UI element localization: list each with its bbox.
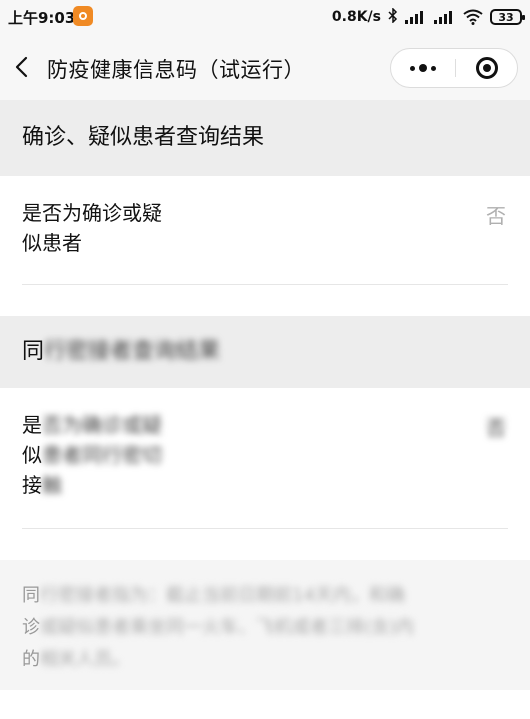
line1-blurred: 否为确诊或疑 (42, 413, 162, 437)
line2-blurred: 患者同行密切 (42, 443, 162, 467)
chevron-left-icon[interactable] (14, 56, 28, 78)
wifi-icon (463, 9, 483, 25)
note-line3-visible: 的 (22, 649, 40, 670)
note-line1-visible: 同 (22, 585, 40, 606)
status-bar: 上午9:03 0.8K/s 33 (0, 0, 530, 34)
note-line1-blurred: 行密接者指为：截止当前日期前14天内，和确 (40, 585, 405, 606)
target-ring-icon (476, 57, 498, 79)
section-title-blurred: 行密接者查询结果 (44, 339, 221, 364)
network-speed: 0.8K/s (331, 9, 381, 25)
section-header-confirmed: 确诊、疑似患者查询结果 (0, 100, 530, 176)
miniprogram-capsule (390, 48, 518, 88)
row-label-line1: 是否为确诊或疑 (22, 201, 162, 225)
section-title-visible: 同 (22, 339, 45, 364)
note-line2-visible: 诊 (22, 617, 40, 638)
battery-icon: 33 (490, 9, 525, 25)
status-time: 上午9:03 (8, 9, 76, 27)
bluetooth-icon (388, 6, 398, 27)
status-indicators: 0.8K/s 33 (331, 6, 525, 28)
note-block: 同行密接者指为：截止当前日期前14天内，和确 诊或疑似患者乘坐同一火车、飞机或者… (0, 560, 530, 690)
divider (22, 528, 508, 529)
more-button[interactable] (391, 49, 455, 87)
result-row-confirmed: 是否为确诊或疑 似患者 否 (0, 176, 530, 286)
bottom-spacer (0, 690, 530, 719)
row-value: 否 (486, 204, 506, 228)
signal-icon (405, 10, 427, 24)
line3-visible: 接 (22, 473, 42, 497)
row-label: 是否为确诊或疑 似患者 (22, 198, 162, 258)
line3-blurred: 触 (42, 473, 62, 497)
row-value-blurred: 否 (486, 416, 506, 440)
line1-visible: 是 (22, 413, 42, 437)
note-line3-blurred: 相关人员。 (40, 649, 130, 670)
row-label: 是否为确诊或疑 似患者同行密切 接触 (22, 410, 162, 500)
row-label-line2: 似患者 (22, 231, 82, 255)
more-dots-icon (410, 65, 415, 71)
page-title: 防疫健康信息码（试运行） (47, 58, 305, 82)
result-row-contacts: 是否为确诊或疑 似患者同行密切 接触 否 (0, 388, 530, 538)
nav-bar: 防疫健康信息码（试运行） (0, 34, 530, 100)
app-notification-icon (73, 6, 93, 26)
note-line2-blurred: 或疑似患者乘坐同一火车、飞机或者三排(含)内 (40, 617, 415, 638)
divider (22, 284, 508, 285)
section-header-contacts: 同行密接者查询结果 (0, 316, 530, 388)
close-button[interactable] (455, 49, 519, 87)
line2-visible: 似 (22, 443, 42, 467)
note-text: 同行密接者指为：截止当前日期前14天内，和确 诊或疑似患者乘坐同一火车、飞机或者… (22, 580, 492, 676)
signal-icon-2 (434, 10, 456, 24)
